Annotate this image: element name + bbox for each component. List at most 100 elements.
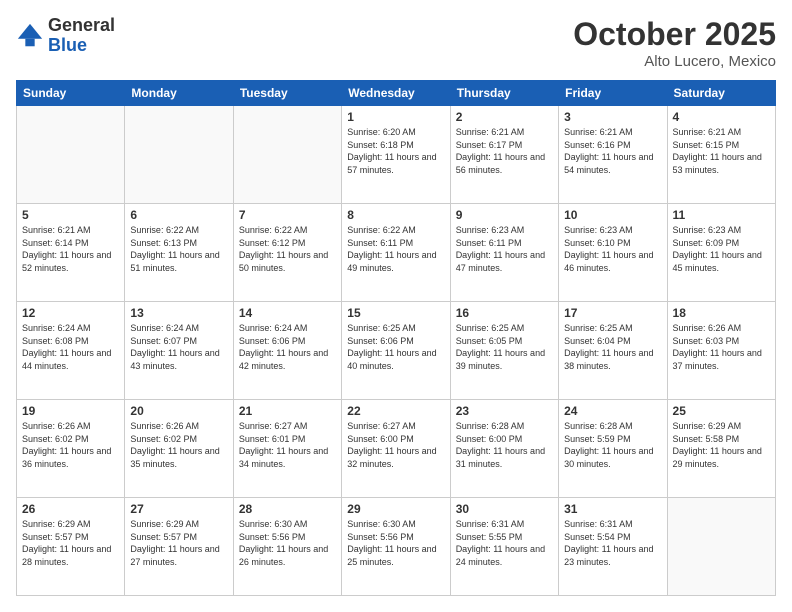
day-info: Sunrise: 6:20 AM Sunset: 6:18 PM Dayligh…: [347, 126, 444, 176]
day-number: 15: [347, 306, 444, 320]
day-number: 30: [456, 502, 553, 516]
table-row: 28 Sunrise: 6:30 AM Sunset: 5:56 PM Dayli…: [233, 498, 341, 596]
calendar-week-row: 5 Sunrise: 6:21 AM Sunset: 6:14 PM Daylig…: [17, 204, 776, 302]
day-info: Sunrise: 6:21 AM Sunset: 6:15 PM Dayligh…: [673, 126, 770, 176]
page: General Blue October 2025 Alto Lucero, M…: [0, 0, 792, 612]
day-number: 20: [130, 404, 227, 418]
table-row: 29Sunrise: 6:30 AM Sunset: 5:56 PM Dayli…: [342, 498, 450, 596]
day-info: Sunrise: 6:29 AM Sunset: 5:57 PM Dayligh…: [130, 518, 227, 568]
table-row: 25 Sunrise: 6:29 AM Sunset: 5:58 PM Dayli…: [667, 400, 775, 498]
day-info: Sunrise: 6:26 AM Sunset: 6:03 PM Dayligh…: [673, 322, 770, 372]
day-info: Sunrise: 6:30 AM Sunset: 5:56 PM Dayligh…: [239, 518, 336, 568]
table-row: [17, 106, 125, 204]
day-number: 3: [564, 110, 661, 124]
table-row: 26Sunrise: 6:29 AM Sunset: 5:57 PM Dayli…: [17, 498, 125, 596]
table-row: 17 Sunrise: 6:25 AM Sunset: 6:04 PM Dayli…: [559, 302, 667, 400]
table-row: 6Sunrise: 6:22 AM Sunset: 6:13 PM Daylig…: [125, 204, 233, 302]
header-wednesday: Wednesday: [342, 81, 450, 106]
day-info: Sunrise: 6:23 AM Sunset: 6:10 PM Dayligh…: [564, 224, 661, 274]
day-info: Sunrise: 6:29 AM Sunset: 5:58 PM Dayligh…: [673, 420, 770, 470]
calendar-table: Sunday Monday Tuesday Wednesday Thursday…: [16, 80, 776, 596]
header-thursday: Thursday: [450, 81, 558, 106]
day-info: Sunrise: 6:26 AM Sunset: 6:02 PM Dayligh…: [130, 420, 227, 470]
header-friday: Friday: [559, 81, 667, 106]
day-info: Sunrise: 6:22 AM Sunset: 6:12 PM Dayligh…: [239, 224, 336, 274]
day-info: Sunrise: 6:31 AM Sunset: 5:54 PM Dayligh…: [564, 518, 661, 568]
day-number: 14: [239, 306, 336, 320]
table-row: 13 Sunrise: 6:24 AM Sunset: 6:07 PM Dayli…: [125, 302, 233, 400]
table-row: 20 Sunrise: 6:26 AM Sunset: 6:02 PM Dayli…: [125, 400, 233, 498]
day-info: Sunrise: 6:24 AM Sunset: 6:06 PM Dayligh…: [239, 322, 336, 372]
day-info: Sunrise: 6:24 AM Sunset: 6:07 PM Dayligh…: [130, 322, 227, 372]
day-number: 21: [239, 404, 336, 418]
day-number: 17: [564, 306, 661, 320]
day-number: 11: [673, 208, 770, 222]
table-row: 12Sunrise: 6:24 AM Sunset: 6:08 PM Dayli…: [17, 302, 125, 400]
day-number: 7: [239, 208, 336, 222]
calendar-header-row: Sunday Monday Tuesday Wednesday Thursday…: [17, 81, 776, 106]
day-info: Sunrise: 6:27 AM Sunset: 6:01 PM Dayligh…: [239, 420, 336, 470]
day-number: 24: [564, 404, 661, 418]
table-row: 1Sunrise: 6:20 AM Sunset: 6:18 PM Daylig…: [342, 106, 450, 204]
table-row: 3 Sunrise: 6:21 AM Sunset: 6:16 PM Daylig…: [559, 106, 667, 204]
day-number: 22: [347, 404, 444, 418]
day-number: 18: [673, 306, 770, 320]
day-number: 16: [456, 306, 553, 320]
logo-blue: Blue: [48, 36, 115, 56]
day-number: 13: [130, 306, 227, 320]
day-info: Sunrise: 6:21 AM Sunset: 6:14 PM Dayligh…: [22, 224, 119, 274]
table-row: 22 Sunrise: 6:27 AM Sunset: 6:00 PM Dayli…: [342, 400, 450, 498]
day-info: Sunrise: 6:31 AM Sunset: 5:55 PM Dayligh…: [456, 518, 553, 568]
day-number: 2: [456, 110, 553, 124]
day-number: 29: [347, 502, 444, 516]
day-info: Sunrise: 6:24 AM Sunset: 6:08 PM Dayligh…: [22, 322, 119, 372]
day-info: Sunrise: 6:27 AM Sunset: 6:00 PM Dayligh…: [347, 420, 444, 470]
day-number: 5: [22, 208, 119, 222]
day-number: 10: [564, 208, 661, 222]
day-info: Sunrise: 6:22 AM Sunset: 6:13 PM Dayligh…: [130, 224, 227, 274]
table-row: 8 Sunrise: 6:22 AM Sunset: 6:11 PM Daylig…: [342, 204, 450, 302]
table-row: 2 Sunrise: 6:21 AM Sunset: 6:17 PM Daylig…: [450, 106, 558, 204]
day-number: 8: [347, 208, 444, 222]
logo-icon: [16, 22, 44, 50]
day-info: Sunrise: 6:25 AM Sunset: 6:05 PM Dayligh…: [456, 322, 553, 372]
table-row: 21 Sunrise: 6:27 AM Sunset: 6:01 PM Dayli…: [233, 400, 341, 498]
header-sunday: Sunday: [17, 81, 125, 106]
table-row: 14 Sunrise: 6:24 AM Sunset: 6:06 PM Dayli…: [233, 302, 341, 400]
table-row: 18 Sunrise: 6:26 AM Sunset: 6:03 PM Dayli…: [667, 302, 775, 400]
calendar-week-row: 19Sunrise: 6:26 AM Sunset: 6:02 PM Dayli…: [17, 400, 776, 498]
day-number: 4: [673, 110, 770, 124]
table-row: 31 Sunrise: 6:31 AM Sunset: 5:54 PM Dayli…: [559, 498, 667, 596]
day-number: 25: [673, 404, 770, 418]
table-row: 23 Sunrise: 6:28 AM Sunset: 6:00 PM Dayli…: [450, 400, 558, 498]
calendar-week-row: 1Sunrise: 6:20 AM Sunset: 6:18 PM Daylig…: [17, 106, 776, 204]
day-info: Sunrise: 6:21 AM Sunset: 6:16 PM Dayligh…: [564, 126, 661, 176]
day-number: 28: [239, 502, 336, 516]
day-number: 23: [456, 404, 553, 418]
table-row: 16 Sunrise: 6:25 AM Sunset: 6:05 PM Dayli…: [450, 302, 558, 400]
table-row: 15 Sunrise: 6:25 AM Sunset: 6:06 PM Dayli…: [342, 302, 450, 400]
day-info: Sunrise: 6:22 AM Sunset: 6:11 PM Dayligh…: [347, 224, 444, 274]
table-row: 11Sunrise: 6:23 AM Sunset: 6:09 PM Dayli…: [667, 204, 775, 302]
month-title: October 2025: [573, 16, 776, 53]
table-row: 4 Sunrise: 6:21 AM Sunset: 6:15 PM Daylig…: [667, 106, 775, 204]
table-row: 9Sunrise: 6:23 AM Sunset: 6:11 PM Daylig…: [450, 204, 558, 302]
calendar-week-row: 26Sunrise: 6:29 AM Sunset: 5:57 PM Dayli…: [17, 498, 776, 596]
logo-general: General: [48, 16, 115, 36]
table-row: 5 Sunrise: 6:21 AM Sunset: 6:14 PM Daylig…: [17, 204, 125, 302]
table-row: [125, 106, 233, 204]
location-title: Alto Lucero, Mexico: [573, 53, 776, 70]
day-info: Sunrise: 6:25 AM Sunset: 6:06 PM Dayligh…: [347, 322, 444, 372]
day-info: Sunrise: 6:28 AM Sunset: 6:00 PM Dayligh…: [456, 420, 553, 470]
day-number: 31: [564, 502, 661, 516]
table-row: 27 Sunrise: 6:29 AM Sunset: 5:57 PM Dayli…: [125, 498, 233, 596]
calendar-week-row: 12Sunrise: 6:24 AM Sunset: 6:08 PM Dayli…: [17, 302, 776, 400]
table-row: 19Sunrise: 6:26 AM Sunset: 6:02 PM Dayli…: [17, 400, 125, 498]
day-info: Sunrise: 6:28 AM Sunset: 5:59 PM Dayligh…: [564, 420, 661, 470]
day-number: 27: [130, 502, 227, 516]
logo: General Blue: [16, 16, 115, 56]
day-info: Sunrise: 6:21 AM Sunset: 6:17 PM Dayligh…: [456, 126, 553, 176]
table-row: [233, 106, 341, 204]
day-info: Sunrise: 6:29 AM Sunset: 5:57 PM Dayligh…: [22, 518, 119, 568]
day-info: Sunrise: 6:25 AM Sunset: 6:04 PM Dayligh…: [564, 322, 661, 372]
